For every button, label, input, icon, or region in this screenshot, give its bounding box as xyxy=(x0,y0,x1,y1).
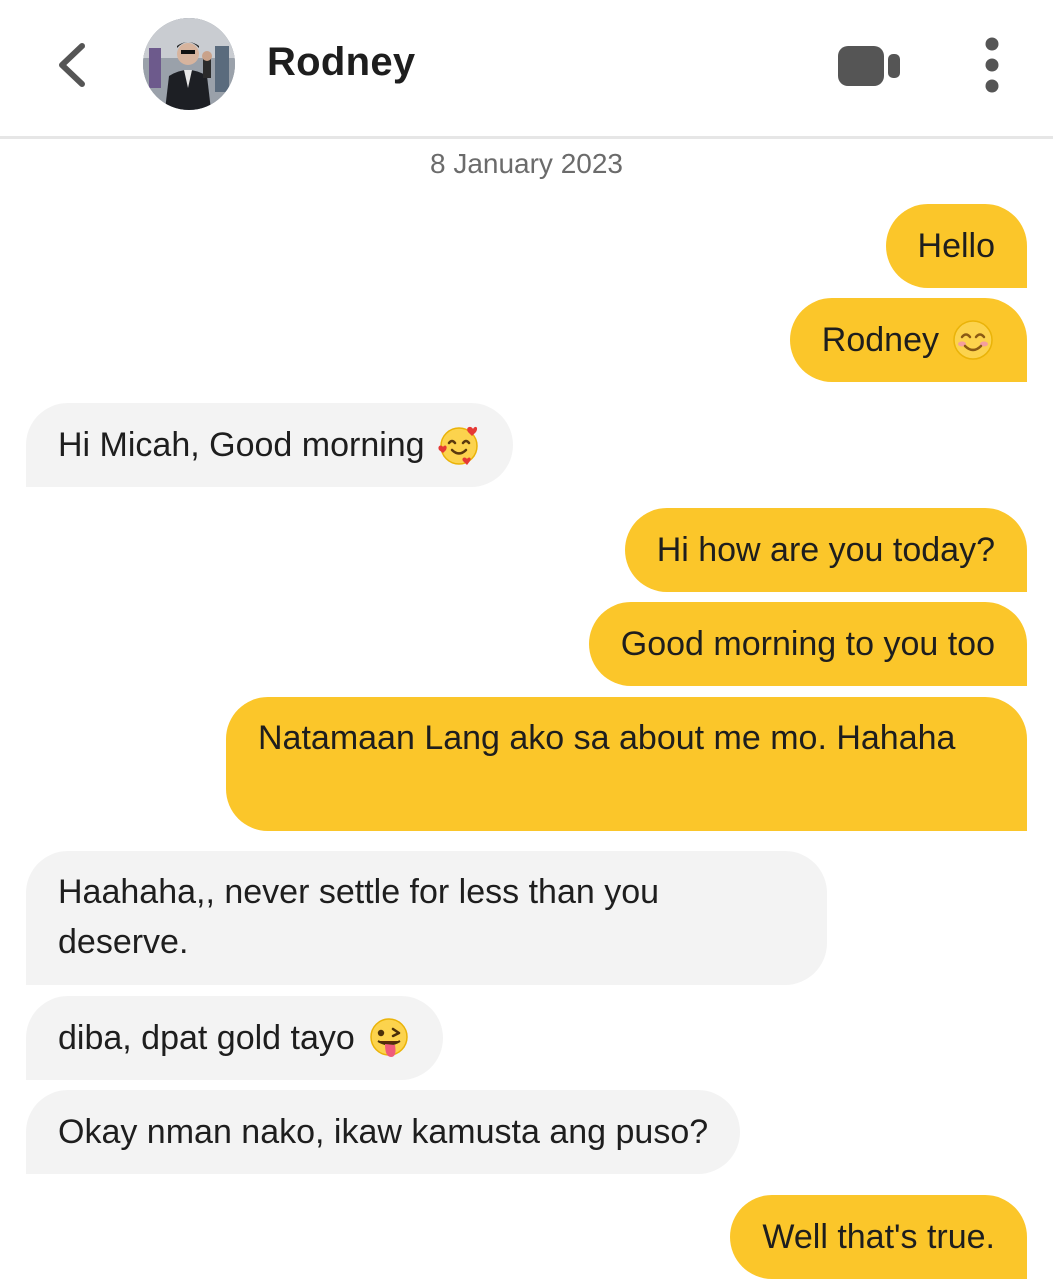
message-text: Hi Micah, Good morning xyxy=(58,426,425,464)
message-text: Hi how are you today? xyxy=(656,531,995,569)
video-camera-icon[interactable] xyxy=(836,44,902,88)
message-bubble-incoming[interactable]: Okay nman nako, ikaw kamusta ang puso? xyxy=(26,1090,741,1174)
message-bubble-outgoing[interactable]: Hello xyxy=(885,204,1027,288)
date-separator: 8 January 2023 xyxy=(429,148,624,179)
message-bubble-outgoing[interactable]: Well that's true. xyxy=(730,1195,1027,1279)
message-bubble-outgoing[interactable]: Good morning to you too xyxy=(588,602,1027,686)
message-text: Natamaan Lang ako sa about me mo. Hahaha xyxy=(258,719,956,757)
smiling-face-with-hearts-icon xyxy=(437,423,481,467)
smiling-face-with-smiling-eyes-icon xyxy=(951,318,995,362)
contact-name[interactable]: Rodney xyxy=(267,40,415,85)
chevron-left-icon[interactable] xyxy=(50,40,94,90)
chat-header: Rodney xyxy=(0,0,1053,139)
message-text: diba, dpat gold tayo xyxy=(58,1019,355,1057)
message-text: Okay nman nako, ikaw kamusta ang puso? xyxy=(58,1113,709,1151)
message-bubble-outgoing[interactable]: Rodney xyxy=(789,298,1027,382)
avatar[interactable] xyxy=(143,18,235,110)
message-bubble-outgoing[interactable]: Hi how are you today? xyxy=(624,508,1027,592)
winking-face-with-tongue-icon xyxy=(367,1016,411,1060)
message-text: Haahaha,, never settle for less than you… xyxy=(58,873,660,961)
message-text: Rodney xyxy=(821,321,939,359)
message-text: Good morning to you too xyxy=(620,625,995,663)
message-bubble-incoming[interactable]: diba, dpat gold tayo xyxy=(26,996,443,1080)
more-vertical-icon[interactable] xyxy=(980,36,1004,94)
message-bubble-outgoing[interactable]: Natamaan Lang ako sa about me mo. Hahaha xyxy=(226,697,1027,831)
message-text: Hello xyxy=(917,227,995,265)
message-text: Well that's true. xyxy=(762,1218,995,1256)
message-bubble-incoming[interactable]: Hi Micah, Good morning xyxy=(26,403,513,487)
message-bubble-incoming[interactable]: Haahaha,, never settle for less than you… xyxy=(26,851,827,985)
